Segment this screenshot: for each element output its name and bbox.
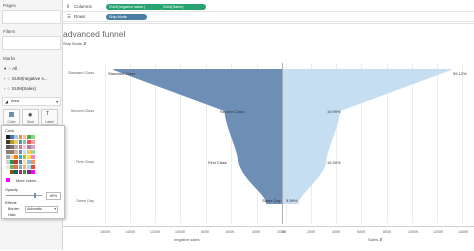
x-tick-label: 400K bbox=[332, 230, 341, 234]
x-tick-label: 1200K bbox=[433, 230, 444, 234]
funnel-chart[interactable] bbox=[0, 0, 474, 250]
left-axis-title: negative sales bbox=[174, 237, 200, 242]
x-tick-label: 800K bbox=[201, 230, 210, 234]
x-tick-label: 1000K bbox=[175, 230, 186, 234]
x-tick-label: 1600K bbox=[100, 230, 111, 234]
funnel-percent-label: 5.59% bbox=[286, 198, 298, 203]
x-tick-label: 1400K bbox=[125, 230, 136, 234]
negative-sales-area[interactable] bbox=[113, 69, 283, 204]
x-tick-label: 1200K bbox=[150, 230, 161, 234]
sales-area[interactable] bbox=[282, 69, 452, 204]
x-tick-label: 600K bbox=[357, 230, 366, 234]
x-tick-label: 0K bbox=[282, 230, 287, 234]
funnel-category-label: Same Day bbox=[262, 198, 281, 203]
x-tick-label: 1400K bbox=[458, 230, 469, 234]
funnel-percent-label: 19.99% bbox=[327, 109, 341, 114]
x-tick-label: 200K bbox=[307, 230, 316, 234]
x-tick-label: 400K bbox=[252, 230, 261, 234]
right-axis-title: Sales ⇵ bbox=[368, 237, 383, 242]
funnel-category-label: Second Class bbox=[220, 109, 245, 114]
funnel-category-label: Standard Class bbox=[108, 71, 136, 76]
x-tick-label: 800K bbox=[383, 230, 392, 234]
x-tick-label: 600K bbox=[226, 230, 235, 234]
x-axis-line bbox=[63, 226, 474, 227]
sort-icon: ⇵ bbox=[379, 237, 383, 242]
x-tick-label: 1000K bbox=[408, 230, 419, 234]
funnel-percent-label: 15.30% bbox=[327, 160, 341, 165]
funnel-percent-label: 59.12% bbox=[453, 71, 467, 76]
funnel-category-label: First Class bbox=[208, 160, 227, 165]
